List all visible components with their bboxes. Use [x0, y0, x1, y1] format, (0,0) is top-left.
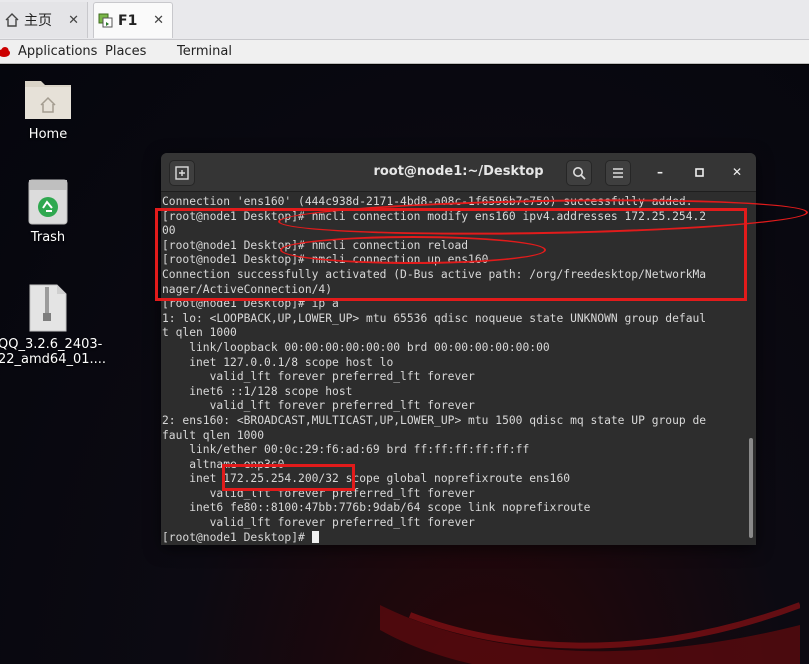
terminal-line: [root@node1 Desktop]# nmcli connection m… [162, 209, 707, 223]
terminal-line: Connection successfully activated (D-Bus… [162, 267, 707, 281]
tab-f1[interactable]: F1 ✕ [93, 2, 173, 38]
applications-menu[interactable]: Applications [18, 44, 97, 59]
minimize-button[interactable]: – [652, 164, 668, 180]
tab-home-label: 主页 [24, 13, 52, 29]
close-icon[interactable]: ✕ [68, 13, 79, 28]
terminal-line: inet6 fe80::8100:47bb:776b:9dab/64 scope… [162, 501, 591, 515]
desktop-icon-label-2: 22_amd64_01.... [0, 352, 107, 367]
terminal-prompt: [root@node1 Desktop]# [162, 530, 312, 544]
archive-file-icon [29, 284, 67, 332]
desktop-icon-label: Trash [30, 230, 66, 245]
terminal-line: inet 127.0.0.1/8 scope host lo [162, 355, 394, 369]
desktop-icon-qq-archive[interactable]: QQ_3.2.6_2403- 22_amd64_01.... [0, 283, 107, 367]
search-button[interactable] [566, 160, 592, 186]
desktop-icon-trash[interactable]: Trash [18, 178, 78, 245]
gnome-top-bar: Applications Places Terminal [0, 40, 809, 64]
vm-icon [98, 13, 113, 27]
tab-home[interactable]: 主页 ✕ [0, 2, 88, 38]
desktop-icon-label: Home [28, 127, 68, 142]
terminal-output[interactable]: Connection 'ens160' (444c938d-2171-4bd8-… [161, 193, 746, 545]
minimize-icon: – [657, 165, 663, 179]
places-menu[interactable]: Places [105, 44, 146, 59]
text-cursor [311, 530, 319, 543]
terminal-line: t qlen 1000 [162, 326, 237, 340]
close-icon[interactable]: ✕ [153, 13, 164, 28]
tab-f1-label: F1 [118, 12, 138, 29]
terminal-header-bar[interactable]: root@node1:~/Desktop – ✕ [161, 153, 756, 192]
terminal-line: 00 [162, 224, 176, 238]
terminal-line: altname enp3s0 [162, 457, 285, 471]
folder-home-icon [25, 81, 71, 119]
terminal-prompt-line[interactable]: [root@node1 Desktop]# [162, 530, 746, 545]
hamburger-menu-icon [613, 168, 623, 178]
terminal-line: inet 172.25.254.200/32 scope global nopr… [162, 472, 571, 486]
terminal-line: valid_lft forever preferred_lft forever [162, 399, 475, 413]
home-icon [5, 13, 19, 27]
terminal-line: valid_lft forever preferred_lft forever [162, 486, 475, 500]
terminal-line: Connection 'ens160' (444c938d-2171-4bd8-… [162, 195, 693, 208]
terminal-line: 1: lo: <LOOPBACK,UP,LOWER_UP> mtu 65536 … [162, 311, 707, 325]
scrollbar-thumb[interactable] [749, 438, 753, 538]
terminal-menu[interactable]: Terminal [177, 44, 232, 59]
redhat-logo-icon [0, 47, 10, 57]
terminal-line: fault qlen 1000 [162, 428, 265, 442]
wallpaper-decoration [380, 602, 800, 664]
terminal-line: [root@node1 Desktop]# nmcli connection u… [162, 253, 489, 267]
browser-tab-bar: 主页 ✕ F1 ✕ [0, 0, 809, 40]
terminal-line: valid_lft forever preferred_lft forever [162, 516, 475, 530]
menu-button[interactable] [605, 160, 631, 186]
maximize-icon [694, 167, 704, 177]
desktop-icon-label-1: QQ_3.2.6_2403- [0, 337, 103, 352]
terminal-scrollbar[interactable] [747, 193, 756, 545]
maximize-button[interactable] [691, 164, 707, 180]
terminal-line: inet6 ::1/128 scope host [162, 384, 353, 398]
terminal-line: link/ether 00:0c:29:f6:ad:69 brd ff:ff:f… [162, 443, 530, 457]
terminal-window[interactable]: root@node1:~/Desktop – ✕ Connection 'ens… [161, 153, 756, 545]
terminal-line: 2: ens160: <BROADCAST,MULTICAST,UP,LOWER… [162, 413, 707, 427]
search-icon [573, 167, 586, 180]
terminal-line: nager/ActiveConnection/4) [162, 282, 333, 296]
terminal-line: valid_lft forever preferred_lft forever [162, 370, 475, 384]
terminal-line: link/loopback 00:00:00:00:00:00 brd 00:0… [162, 340, 550, 354]
terminal-line: [root@node1 Desktop]# nmcli connection r… [162, 238, 469, 252]
desktop-icon-home[interactable]: Home [18, 75, 78, 142]
terminal-line: [root@node1 Desktop]# ip a [162, 297, 339, 311]
trash-icon [28, 179, 68, 225]
close-window-button[interactable]: ✕ [729, 164, 745, 180]
close-icon: ✕ [731, 165, 743, 179]
